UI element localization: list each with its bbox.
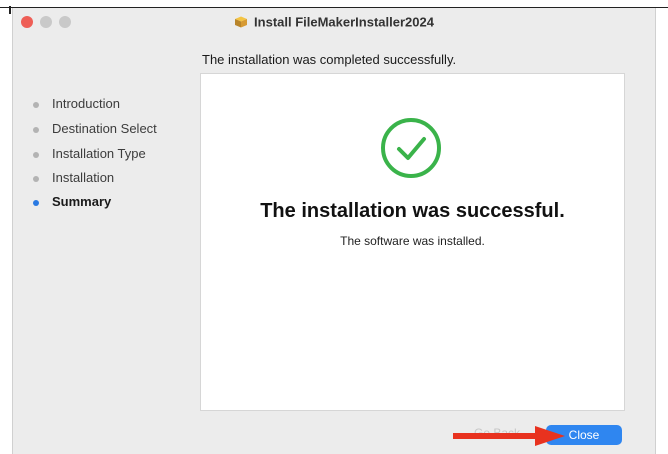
step-label: Destination Select (52, 121, 157, 136)
check-circle-icon (381, 118, 441, 178)
window-title-group: Install FileMakerInstaller2024 (13, 13, 655, 31)
success-subtitle: The software was installed. (340, 234, 485, 248)
step-dot (33, 152, 39, 158)
red-arrow-icon (453, 426, 565, 446)
step-dot-active (33, 200, 39, 206)
page-heading: The installation was completed successfu… (202, 52, 457, 67)
title-bar[interactable]: Install FileMakerInstaller2024 (13, 8, 655, 36)
step-label: Summary (52, 194, 112, 209)
step-label: Installation (52, 170, 115, 185)
step-dot (33, 176, 39, 182)
installer-window: Install FileMakerInstaller2024 The insta… (12, 8, 656, 454)
step-dot (33, 127, 39, 133)
package-icon (235, 16, 248, 28)
screen-corner-mark (9, 6, 11, 14)
step-label: Introduction (52, 96, 120, 111)
step-label: Installation Type (52, 146, 146, 161)
step-dot (33, 102, 39, 108)
success-title: The installation was successful. (260, 200, 565, 222)
window-title: Install FileMakerInstaller2024 (254, 14, 434, 30)
summary-panel: The installation was successful. The sof… (200, 73, 625, 411)
